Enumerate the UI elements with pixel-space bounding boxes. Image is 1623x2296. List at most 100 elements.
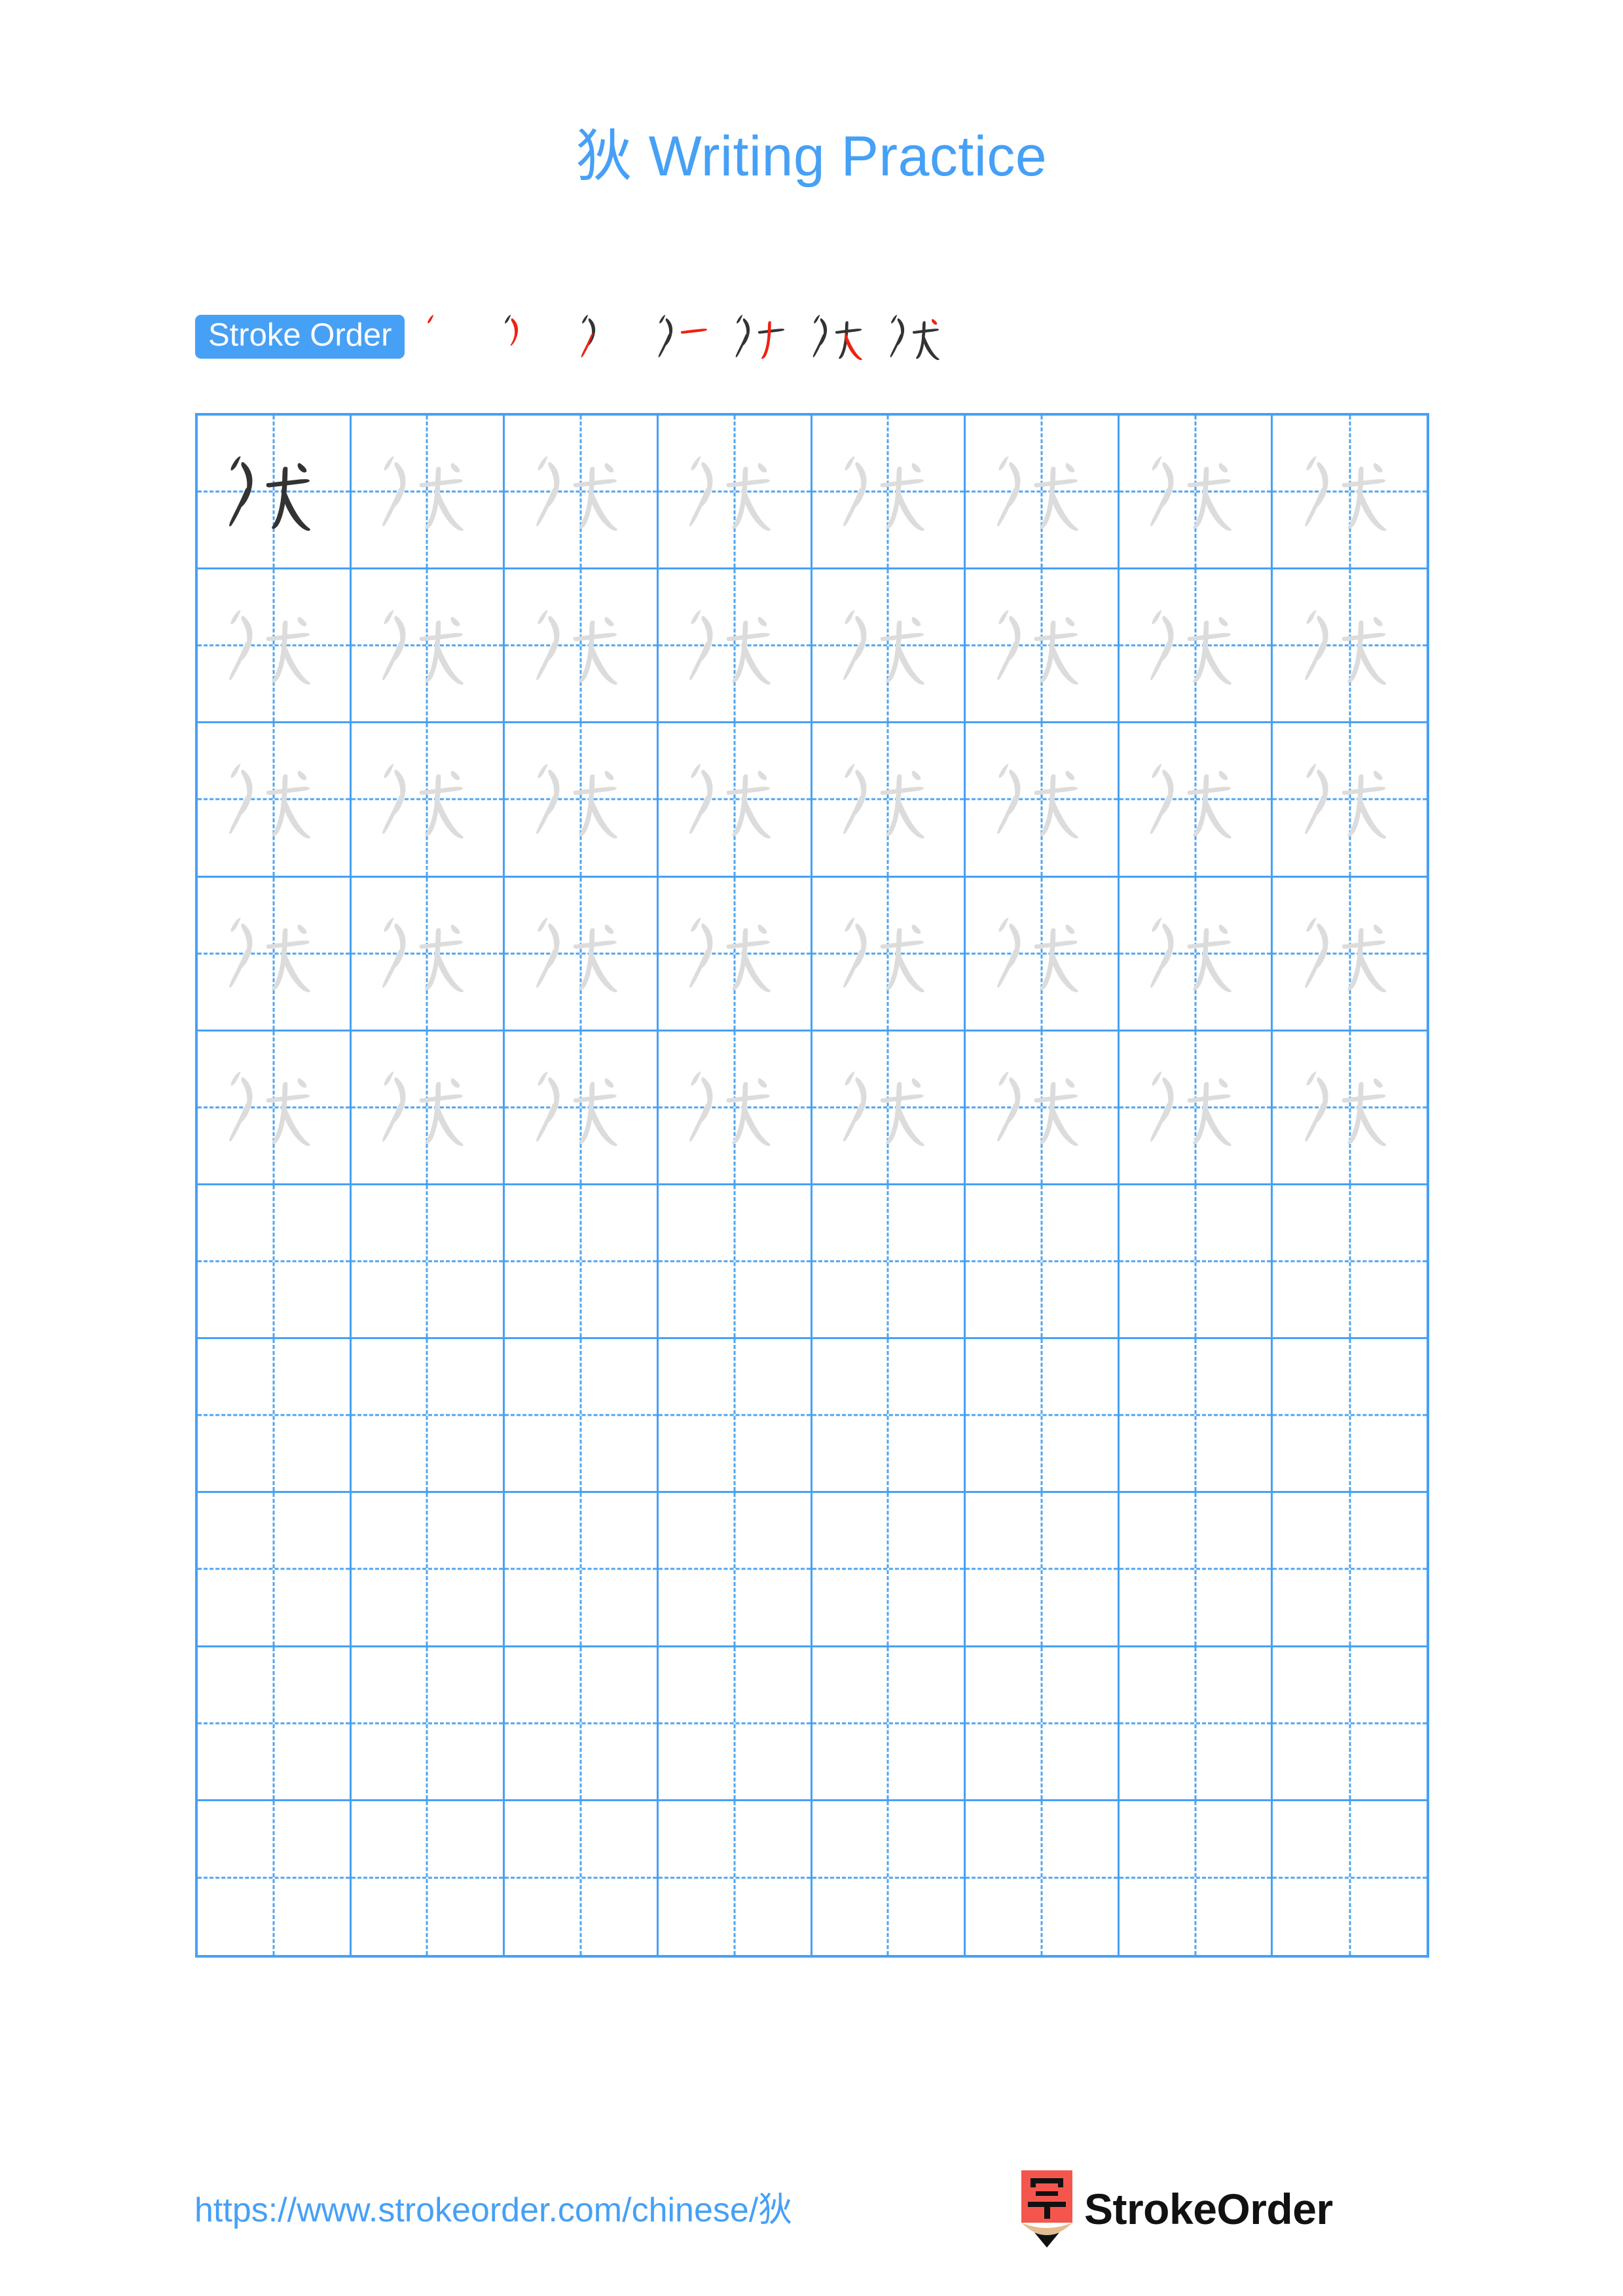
stroke-order-section: Stroke Order — [195, 305, 956, 368]
practice-cell-r2-c6[interactable] — [966, 569, 1120, 724]
trace-character — [505, 1031, 657, 1183]
practice-cell-r10-c2[interactable] — [352, 1801, 505, 1955]
trace-character — [352, 569, 503, 721]
practice-cell-r3-c5[interactable] — [812, 723, 966, 878]
practice-cell-r6-c7[interactable] — [1119, 1185, 1273, 1340]
practice-cell-r5-c2[interactable] — [351, 1031, 505, 1185]
practice-cell-r6-c4[interactable] — [658, 1185, 812, 1340]
practice-cell-r5-c6[interactable] — [966, 1031, 1120, 1185]
practice-cell-r3-c2[interactable] — [351, 723, 505, 878]
practice-cell-r7-c2[interactable] — [351, 1339, 505, 1494]
practice-cell-r9-c1[interactable] — [198, 1647, 352, 1801]
practice-cell-r6-c8[interactable] — [1273, 1185, 1427, 1340]
trace-character — [1120, 569, 1271, 721]
practice-cell-r7-c7[interactable] — [1119, 1339, 1273, 1494]
practice-cell-r1-c5[interactable] — [812, 416, 966, 570]
practice-cell-r1-c6[interactable] — [966, 416, 1120, 570]
practice-cell-r6-c2[interactable] — [351, 1185, 505, 1340]
practice-cell-r3-c3[interactable] — [505, 723, 659, 878]
trace-character — [198, 723, 350, 875]
practice-cell-r6-c1[interactable] — [198, 1185, 352, 1340]
practice-cell-r7-c8[interactable] — [1273, 1339, 1427, 1494]
practice-cell-r8-c4[interactable] — [658, 1493, 812, 1647]
practice-cell-r4-c4[interactable] — [658, 877, 812, 1031]
practice-cell-r10-c3[interactable] — [505, 1801, 659, 1955]
practice-cell-r2-c1[interactable] — [198, 569, 352, 724]
practice-cell-r4-c1[interactable] — [198, 877, 352, 1031]
trace-character — [966, 1031, 1118, 1183]
practice-cell-r8-c7[interactable] — [1119, 1493, 1273, 1647]
practice-cell-r10-c4[interactable] — [659, 1801, 812, 1955]
practice-cell-r6-c5[interactable] — [812, 1185, 966, 1340]
source-url-link[interactable]: https://www.strokeorder.com/chinese/狄 — [194, 2182, 792, 2231]
practice-grid — [195, 413, 1429, 1958]
trace-character — [812, 723, 964, 875]
practice-cell-r9-c3[interactable] — [505, 1647, 659, 1801]
practice-cell-r1-c2[interactable] — [351, 416, 505, 570]
practice-cell-r2-c8[interactable] — [1273, 569, 1427, 724]
practice-cell-r9-c7[interactable] — [1119, 1647, 1273, 1801]
practice-cell-r3-c6[interactable] — [966, 723, 1120, 878]
practice-cell-r10-c5[interactable] — [812, 1801, 966, 1955]
practice-cell-r10-c8[interactable] — [1273, 1801, 1427, 1955]
practice-cell-r8-c6[interactable] — [966, 1493, 1120, 1647]
practice-cell-r2-c5[interactable] — [812, 569, 966, 724]
practice-cell-r10-c1[interactable] — [198, 1801, 352, 1955]
practice-cell-r8-c3[interactable] — [505, 1493, 659, 1647]
practice-cell-r9-c5[interactable] — [812, 1647, 966, 1801]
practice-cell-r4-c7[interactable] — [1119, 877, 1273, 1031]
practice-cell-r1-c4[interactable] — [658, 416, 812, 570]
practice-cell-r5-c5[interactable] — [812, 1031, 966, 1185]
stroke-step-1 — [415, 298, 492, 375]
practice-cell-r7-c4[interactable] — [658, 1339, 812, 1494]
practice-cell-r7-c6[interactable] — [966, 1339, 1120, 1494]
practice-cell-r8-c8[interactable] — [1273, 1493, 1427, 1647]
trace-character — [198, 1031, 350, 1183]
practice-cell-r3-c8[interactable] — [1273, 723, 1427, 878]
trace-character — [198, 569, 350, 721]
practice-cell-r2-c2[interactable] — [351, 569, 505, 724]
trace-character — [1273, 569, 1427, 721]
practice-cell-r7-c1[interactable] — [198, 1339, 352, 1494]
practice-cell-r8-c2[interactable] — [351, 1493, 505, 1647]
practice-cell-r3-c1[interactable] — [198, 723, 352, 878]
practice-cell-r1-c7[interactable] — [1119, 416, 1273, 570]
practice-cell-r5-c8[interactable] — [1273, 1031, 1427, 1185]
practice-cell-r4-c5[interactable] — [812, 877, 966, 1031]
practice-cell-r5-c3[interactable] — [505, 1031, 659, 1185]
practice-cell-r4-c6[interactable] — [966, 877, 1120, 1031]
practice-cell-r4-c3[interactable] — [505, 877, 659, 1031]
practice-cell-r3-c7[interactable] — [1119, 723, 1273, 878]
practice-cell-r6-c3[interactable] — [505, 1185, 659, 1340]
practice-cell-r3-c4[interactable] — [658, 723, 812, 878]
practice-cell-r5-c1[interactable] — [198, 1031, 352, 1185]
stroke-order-steps — [415, 298, 956, 375]
trace-character — [352, 416, 503, 567]
practice-cell-r4-c2[interactable] — [351, 877, 505, 1031]
practice-cell-r5-c7[interactable] — [1119, 1031, 1273, 1185]
practice-cell-r2-c3[interactable] — [505, 569, 659, 724]
trace-character — [198, 878, 350, 1030]
practice-cell-r10-c6[interactable] — [966, 1801, 1120, 1955]
brand-name-label: StrokeOrder — [1084, 2185, 1333, 2233]
practice-cell-r8-c5[interactable] — [812, 1493, 966, 1647]
practice-cell-r9-c2[interactable] — [351, 1647, 505, 1801]
practice-cell-r9-c6[interactable] — [966, 1647, 1120, 1801]
trace-character — [352, 878, 503, 1030]
practice-cell-r10-c7[interactable] — [1120, 1801, 1273, 1955]
practice-cell-r7-c3[interactable] — [505, 1339, 659, 1494]
practice-cell-r1-c3[interactable] — [505, 416, 659, 570]
practice-cell-r1-c1[interactable] — [198, 416, 352, 570]
practice-cell-r7-c5[interactable] — [812, 1339, 966, 1494]
practice-cell-r4-c8[interactable] — [1273, 878, 1427, 1031]
practice-cell-r1-c8[interactable] — [1273, 416, 1427, 570]
practice-cell-r5-c4[interactable] — [658, 1031, 812, 1185]
pencil-logo-icon — [1019, 2170, 1075, 2248]
practice-cell-r2-c7[interactable] — [1119, 569, 1273, 724]
practice-cell-r9-c8[interactable] — [1273, 1647, 1427, 1801]
practice-cell-r6-c6[interactable] — [966, 1185, 1120, 1340]
practice-cell-r2-c4[interactable] — [658, 569, 812, 724]
practice-cell-r8-c1[interactable] — [198, 1493, 352, 1647]
practice-cell-r9-c4[interactable] — [658, 1647, 812, 1801]
trace-character — [659, 569, 811, 721]
